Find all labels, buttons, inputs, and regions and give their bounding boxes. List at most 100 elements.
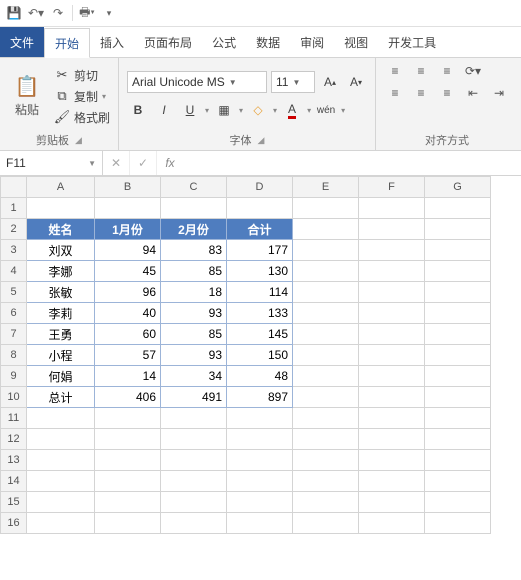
cell[interactable]: 145 bbox=[227, 324, 293, 345]
cell[interactable]: 姓名 bbox=[27, 219, 95, 240]
cell[interactable]: 57 bbox=[95, 345, 161, 366]
fill-color-button[interactable]: ◇ bbox=[247, 99, 269, 121]
cell[interactable] bbox=[425, 366, 491, 387]
dialog-launcher-icon[interactable]: ◢ bbox=[75, 135, 82, 146]
cell[interactable] bbox=[293, 366, 359, 387]
cell[interactable] bbox=[161, 471, 227, 492]
cell[interactable]: 85 bbox=[161, 261, 227, 282]
cell[interactable]: 130 bbox=[227, 261, 293, 282]
cell[interactable]: 李娜 bbox=[27, 261, 95, 282]
tab-home[interactable]: 开始 bbox=[44, 28, 90, 58]
cell[interactable] bbox=[293, 345, 359, 366]
cell[interactable]: 总计 bbox=[27, 387, 95, 408]
cell[interactable] bbox=[359, 240, 425, 261]
italic-button[interactable]: I bbox=[153, 99, 175, 121]
cell[interactable] bbox=[293, 429, 359, 450]
cell[interactable] bbox=[425, 387, 491, 408]
cell[interactable] bbox=[359, 471, 425, 492]
row-header[interactable]: 2 bbox=[1, 219, 27, 240]
cell[interactable] bbox=[425, 303, 491, 324]
print-icon[interactable]: 🖶▾ bbox=[79, 5, 95, 21]
cell[interactable]: 83 bbox=[161, 240, 227, 261]
cell[interactable] bbox=[27, 492, 95, 513]
cell[interactable]: 2月份 bbox=[161, 219, 227, 240]
cell[interactable]: 张敏 bbox=[27, 282, 95, 303]
align-middle-button[interactable]: ≡ bbox=[410, 62, 432, 80]
phonetic-button[interactable]: wén bbox=[315, 99, 337, 121]
cell[interactable]: 491 bbox=[161, 387, 227, 408]
formula-input[interactable] bbox=[183, 151, 521, 175]
row-header[interactable]: 7 bbox=[1, 324, 27, 345]
cell[interactable]: 何娟 bbox=[27, 366, 95, 387]
align-right-button[interactable]: ≡ bbox=[436, 84, 458, 102]
cell[interactable] bbox=[359, 387, 425, 408]
cell[interactable]: 48 bbox=[227, 366, 293, 387]
cell[interactable]: 45 bbox=[95, 261, 161, 282]
row-header[interactable]: 4 bbox=[1, 261, 27, 282]
tab-file[interactable]: 文件 bbox=[0, 27, 44, 57]
cell[interactable] bbox=[425, 282, 491, 303]
align-left-button[interactable]: ≡ bbox=[384, 84, 406, 102]
row-header[interactable]: 3 bbox=[1, 240, 27, 261]
cell[interactable]: 133 bbox=[227, 303, 293, 324]
fx-icon[interactable]: fx bbox=[157, 156, 183, 170]
cell[interactable]: 93 bbox=[161, 345, 227, 366]
cell[interactable] bbox=[161, 450, 227, 471]
cell[interactable] bbox=[227, 492, 293, 513]
font-color-button[interactable]: A bbox=[281, 99, 303, 121]
cell[interactable]: 60 bbox=[95, 324, 161, 345]
cell[interactable] bbox=[425, 408, 491, 429]
cell[interactable]: 小程 bbox=[27, 345, 95, 366]
column-header[interactable]: B bbox=[95, 177, 161, 198]
row-header[interactable]: 15 bbox=[1, 492, 27, 513]
cell[interactable] bbox=[425, 324, 491, 345]
tab-view[interactable]: 视图 bbox=[334, 27, 378, 57]
tab-review[interactable]: 审阅 bbox=[290, 27, 334, 57]
orientation-button[interactable]: ⟳▾ bbox=[462, 62, 484, 80]
cell[interactable] bbox=[227, 450, 293, 471]
cell[interactable] bbox=[359, 492, 425, 513]
cell[interactable] bbox=[359, 513, 425, 534]
select-all-corner[interactable] bbox=[1, 177, 27, 198]
cell[interactable] bbox=[95, 450, 161, 471]
align-center-button[interactable]: ≡ bbox=[410, 84, 432, 102]
tab-insert[interactable]: 插入 bbox=[90, 27, 134, 57]
row-header[interactable]: 6 bbox=[1, 303, 27, 324]
cell[interactable] bbox=[293, 450, 359, 471]
cell[interactable] bbox=[359, 429, 425, 450]
cell[interactable] bbox=[27, 471, 95, 492]
undo-icon[interactable]: ↶▾ bbox=[28, 5, 44, 21]
cell[interactable] bbox=[161, 408, 227, 429]
cell[interactable]: 94 bbox=[95, 240, 161, 261]
worksheet[interactable]: ABCDEFG12姓名1月份2月份合计3刘双94831774李娜45851305… bbox=[0, 176, 521, 534]
column-header[interactable]: D bbox=[227, 177, 293, 198]
cell[interactable] bbox=[425, 219, 491, 240]
font-size-select[interactable]: 11▼ bbox=[271, 71, 315, 93]
align-bottom-button[interactable]: ≡ bbox=[436, 62, 458, 80]
row-header[interactable]: 16 bbox=[1, 513, 27, 534]
grow-font-button[interactable]: A▴ bbox=[319, 71, 341, 93]
cell[interactable] bbox=[161, 429, 227, 450]
cell[interactable] bbox=[425, 492, 491, 513]
cell[interactable] bbox=[293, 324, 359, 345]
cell[interactable]: 93 bbox=[161, 303, 227, 324]
indent-decrease-button[interactable]: ⇤ bbox=[462, 84, 484, 102]
copy-button[interactable]: ⧉复制 ▾ bbox=[54, 88, 110, 105]
tab-layout[interactable]: 页面布局 bbox=[134, 27, 202, 57]
bold-button[interactable]: B bbox=[127, 99, 149, 121]
cell[interactable] bbox=[227, 429, 293, 450]
cell[interactable] bbox=[27, 408, 95, 429]
cell[interactable] bbox=[359, 219, 425, 240]
font-name-select[interactable]: Arial Unicode MS▼ bbox=[127, 71, 267, 93]
cell[interactable] bbox=[359, 282, 425, 303]
row-header[interactable]: 9 bbox=[1, 366, 27, 387]
cell[interactable] bbox=[359, 408, 425, 429]
cell[interactable] bbox=[293, 303, 359, 324]
cell[interactable]: 897 bbox=[227, 387, 293, 408]
cell[interactable] bbox=[293, 219, 359, 240]
row-header[interactable]: 12 bbox=[1, 429, 27, 450]
cell[interactable] bbox=[293, 240, 359, 261]
border-button[interactable]: ▦ bbox=[213, 99, 235, 121]
cell[interactable] bbox=[95, 513, 161, 534]
align-top-button[interactable]: ≡ bbox=[384, 62, 406, 80]
